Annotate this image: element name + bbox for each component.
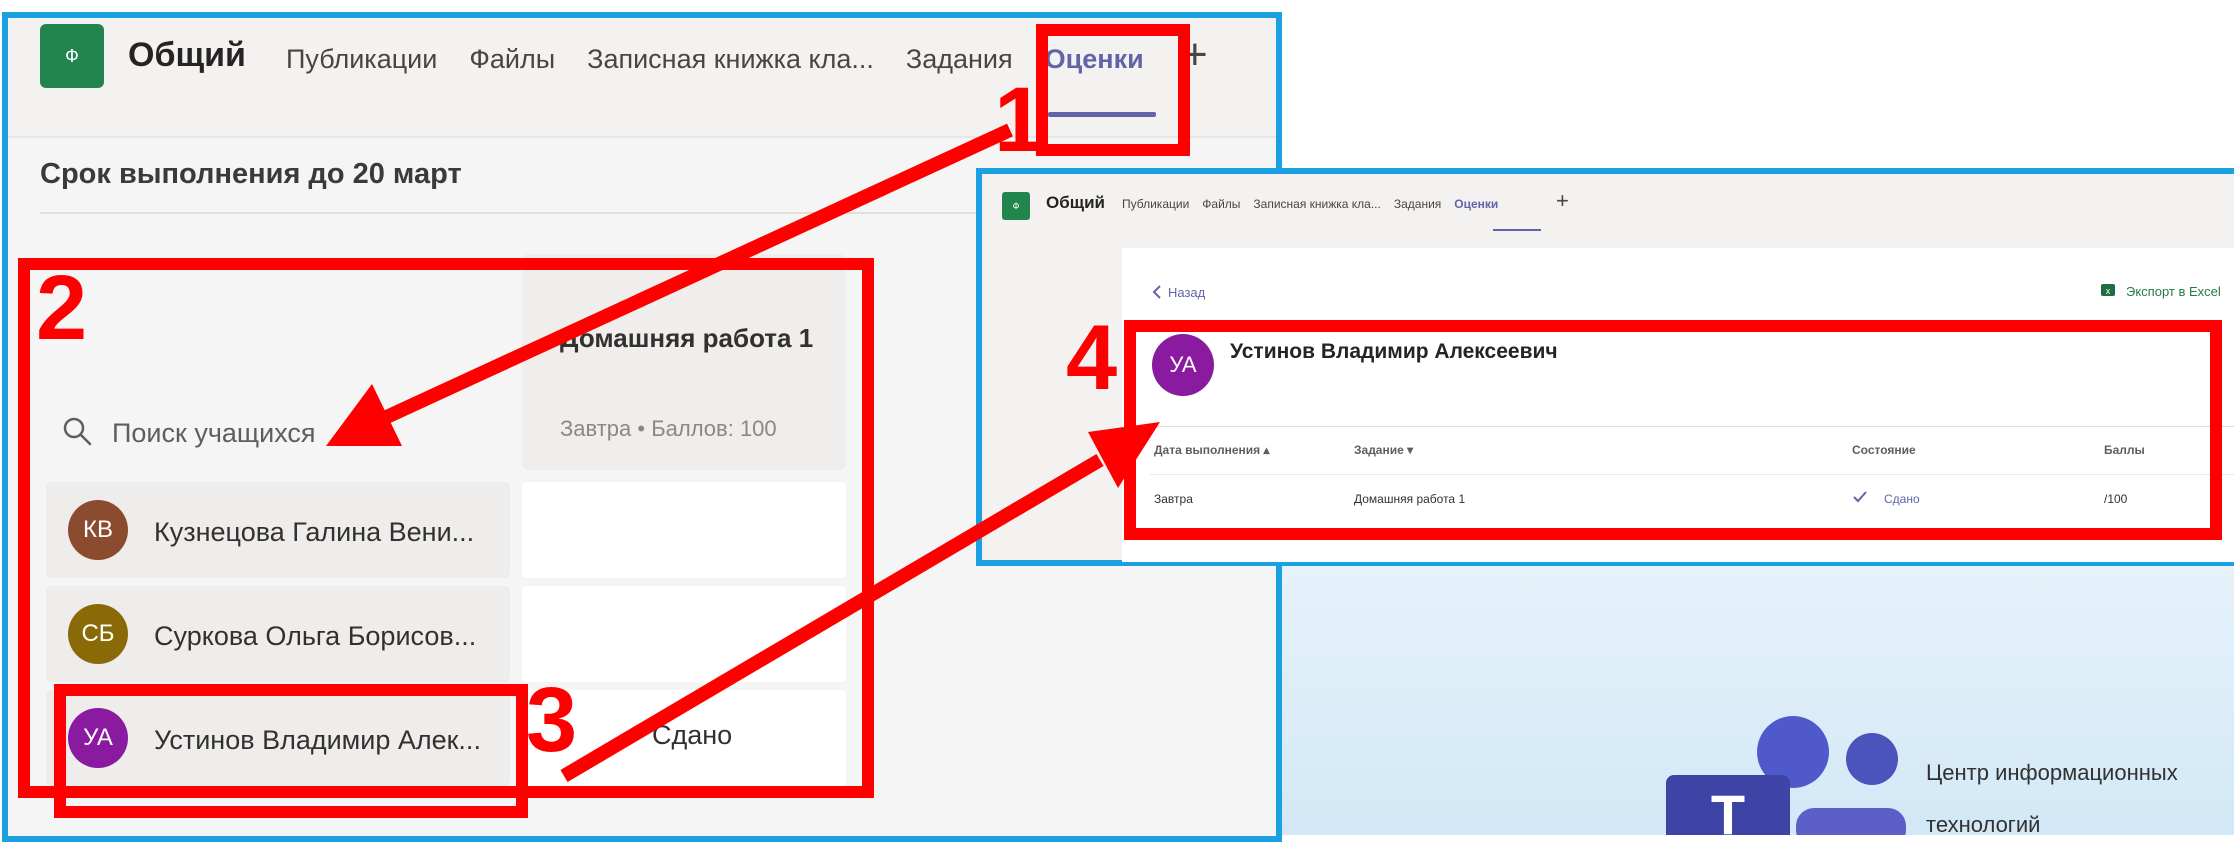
annotation-label-3: 3 xyxy=(526,669,578,771)
logo-caption: Центр информационных xyxy=(1926,760,2178,785)
teams-logo: T xyxy=(1666,716,1906,835)
annotation-label-2: 2 xyxy=(36,257,88,359)
annotation-label-1: 1 xyxy=(994,69,1046,171)
annotation-arrows xyxy=(326,123,1160,783)
logo-caption: технологий xyxy=(1926,812,2041,837)
svg-text:T: T xyxy=(1711,783,1745,835)
annotation-label-4: 4 xyxy=(1066,307,1118,409)
